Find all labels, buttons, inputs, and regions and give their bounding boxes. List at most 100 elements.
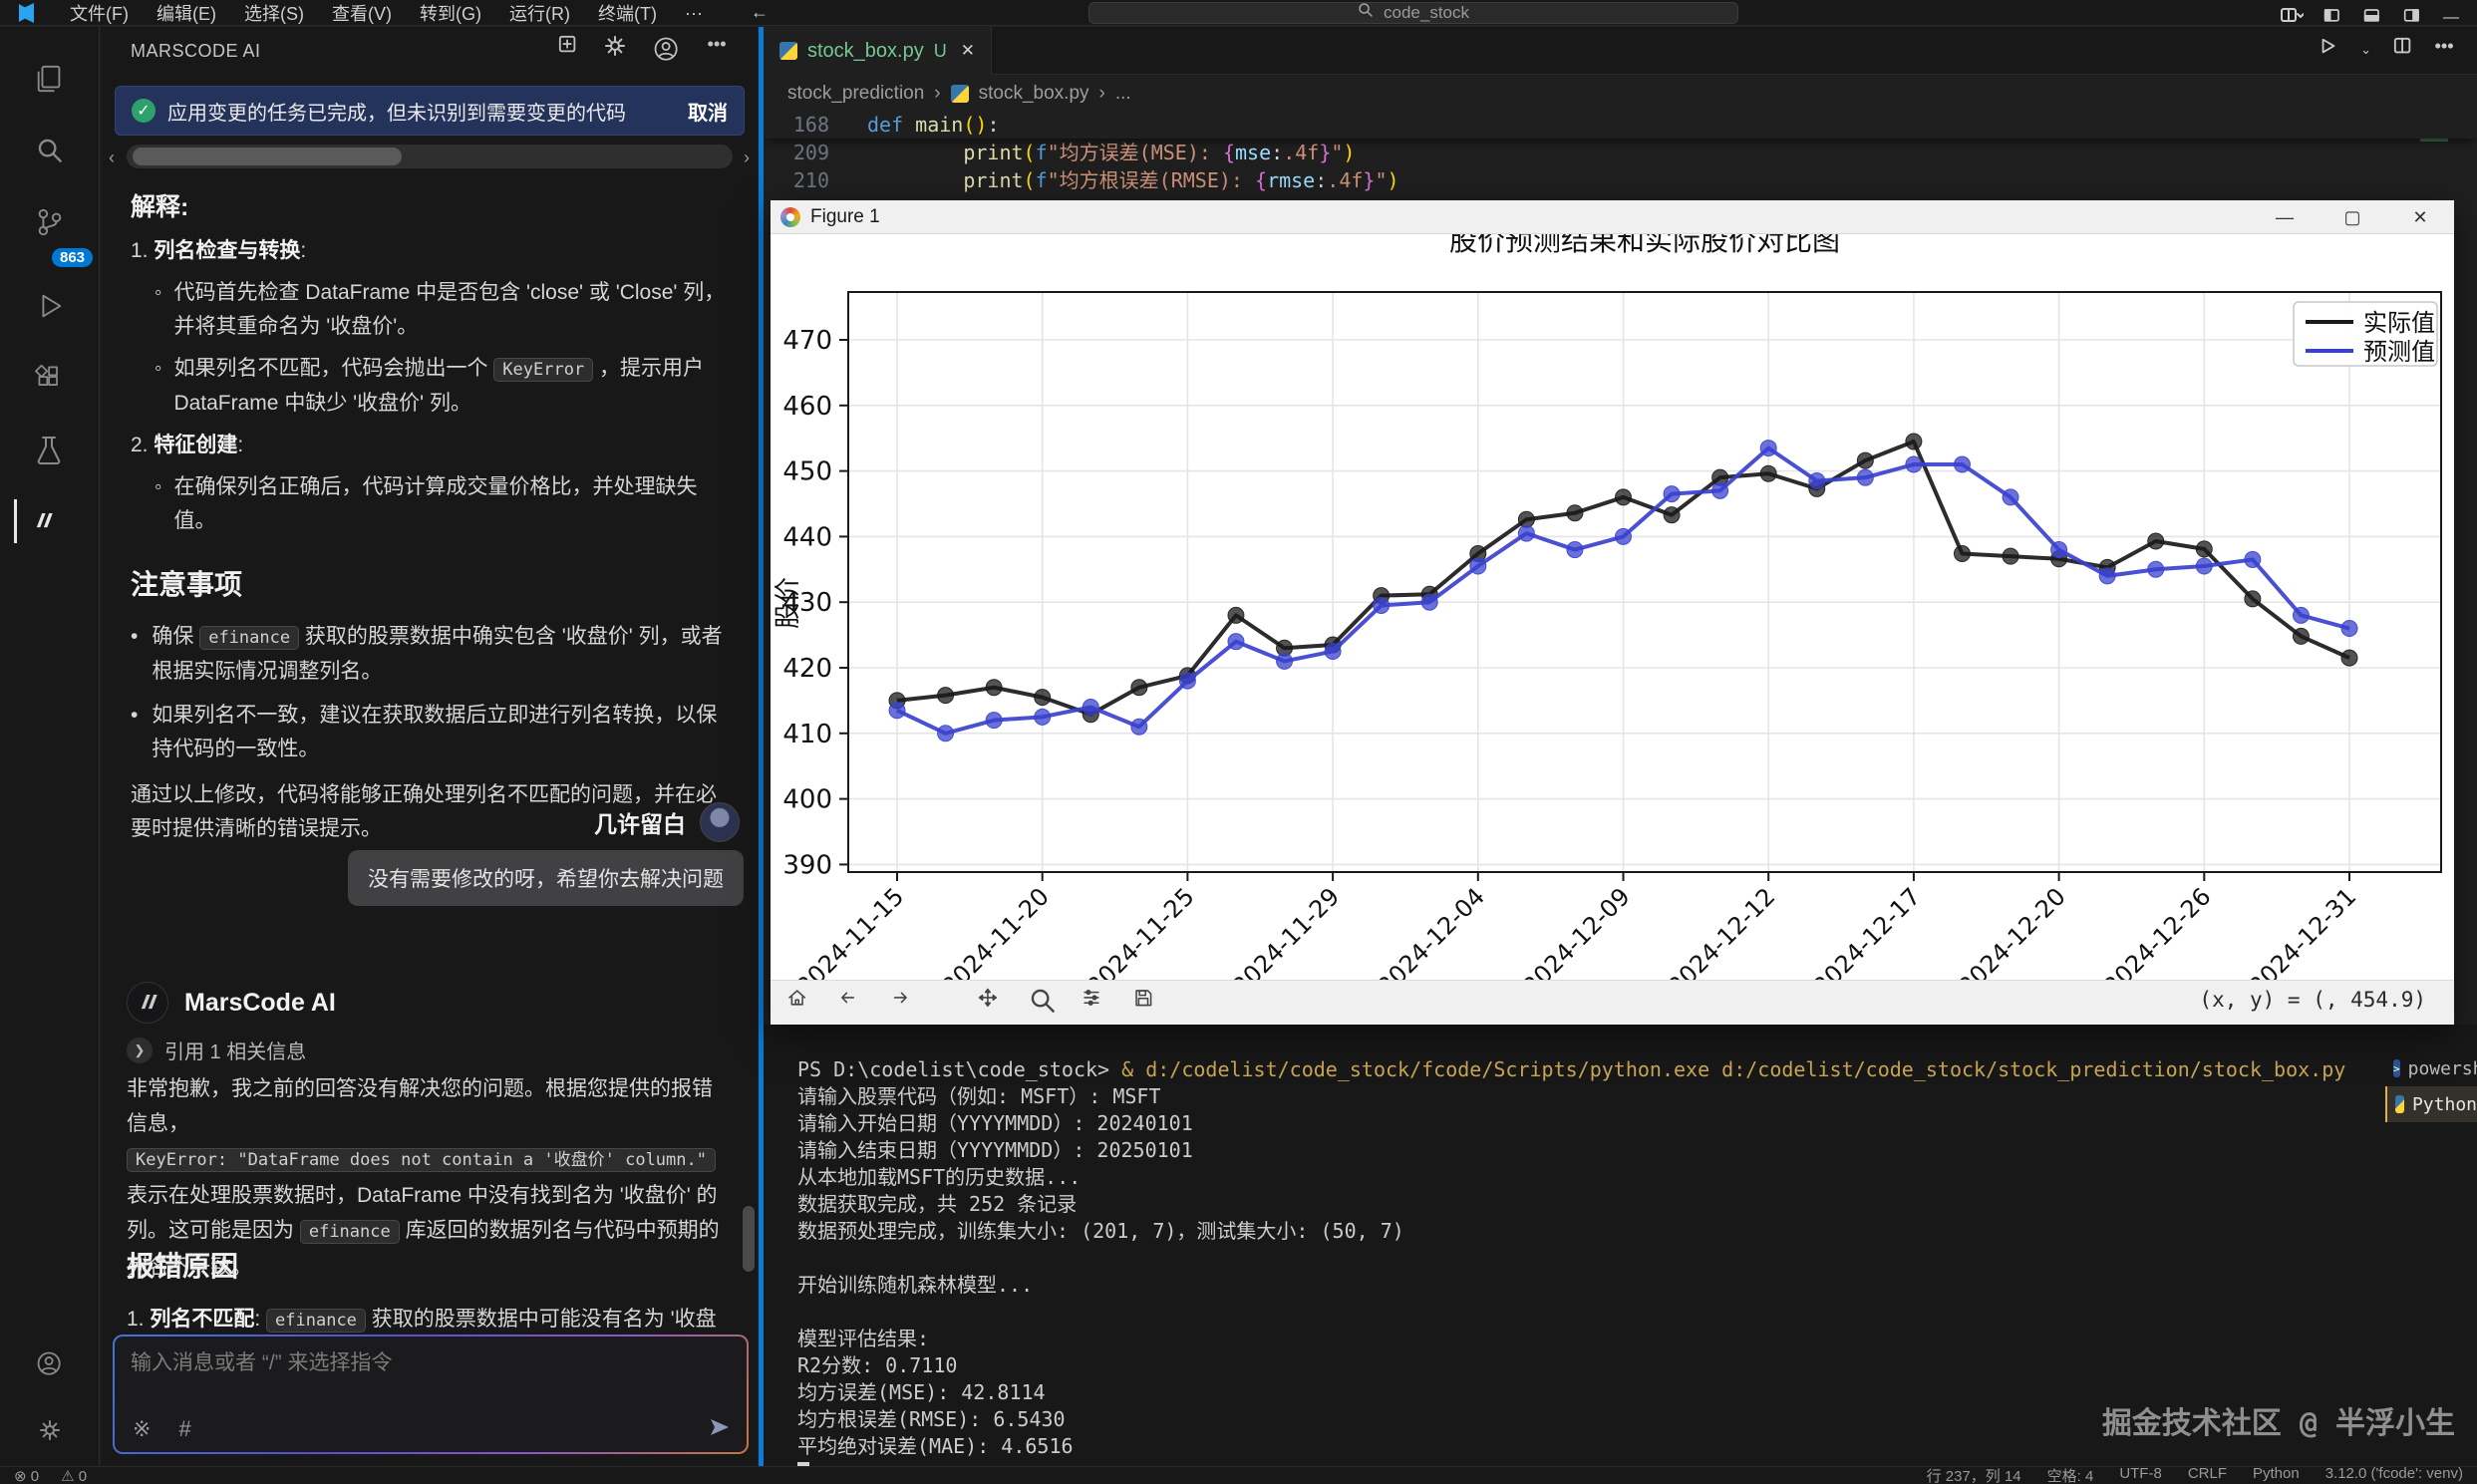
minimize-window-icon[interactable]: — [2443,9,2459,27]
menu-bar: 文件(F)编辑(E)选择(S)查看(V)转到(G)运行(R)终端(T)··· [58,0,715,26]
breadcrumb[interactable]: stock_prediction › stock_box.py › ... [787,83,1131,105]
chevron-right-icon: ❯ [127,1038,153,1063]
code-line[interactable]: 210 print(f"均方根误差(RMSE): {rmse:.4f}") [764,166,2477,194]
menu-item[interactable]: 查看(V) [320,0,404,26]
testing-icon[interactable] [28,428,72,471]
breadcrumb-folder[interactable]: stock_prediction [787,83,924,105]
status-item[interactable]: 3.12.0 ('fcode': venv) [2325,1466,2463,1484]
marscode-ai-icon[interactable] [14,499,58,543]
explorer-icon[interactable] [28,57,72,101]
svg-text:2024-12-12: 2024-12-12 [1663,882,1780,980]
cancel-button[interactable]: 取消 [688,97,728,126]
menu-item[interactable]: 选择(S) [232,0,316,26]
code-line[interactable]: 209 print(f"均方误差(MSE): {mse:.4f}") [764,139,2477,166]
status-item[interactable]: 行 237，列 14 [1927,1466,2021,1484]
command-icon[interactable]: ※ [133,1416,151,1442]
panel-more-icon[interactable] [708,35,728,70]
section-heading: 解释: [131,190,729,224]
menu-item[interactable]: 转到(G) [408,0,493,26]
inline-code-chip: efinance [266,1309,366,1333]
status-item[interactable]: ⚠ 0 [61,1467,87,1484]
svg-text:2024-12-17: 2024-12-17 [1808,882,1926,980]
figure-window-controls: — ▢ ✕ [2251,200,2454,234]
status-item[interactable]: ⊗ 0 [14,1467,39,1484]
subplots-icon[interactable] [1082,988,1107,1019]
check-icon: ✓ [132,99,155,123]
user-message-bubble: 没有需要修改的呀，希望你去解决问题 [348,850,744,906]
svg-text:420: 420 [782,654,832,684]
send-icon[interactable] [709,1417,731,1444]
panel-gear-icon[interactable] [604,35,626,70]
menu-item[interactable]: ··· [673,3,715,24]
terminal-tab-python[interactable]: Python [2385,1086,2477,1122]
figure-title-bar[interactable]: Figure 1 [771,200,2454,234]
context-hash-icon[interactable]: # [178,1416,190,1442]
svg-text:实际值: 实际值 [2363,309,2435,337]
search-sidebar-icon[interactable] [28,129,72,172]
tab-close-icon[interactable]: ✕ [961,41,975,61]
settings-gear-icon[interactable] [28,1408,72,1452]
zoom-icon[interactable] [1030,988,1056,1019]
editor-more-icon[interactable] [2435,37,2455,62]
section-heading: 注意事项 [131,568,729,602]
menu-item[interactable]: 终端(T) [586,0,669,26]
status-item[interactable]: Python [2253,1466,2300,1484]
save-icon[interactable] [1133,988,1159,1019]
home-icon[interactable] [786,988,812,1019]
scroll-left-icon[interactable]: ‹ [109,148,115,168]
pan-icon[interactable] [978,988,1004,1019]
status-item[interactable]: 空格: 4 [2047,1466,2094,1484]
tab-bar: stock_box.py U ✕ ⌄ [764,27,2477,75]
terminal-line: 数据获取完成，共 252 条记录 [797,1191,2345,1218]
reference-row[interactable]: ❯ 引用 1 相关信息 [127,1036,306,1064]
reference-label: 引用 1 相关信息 [164,1036,306,1064]
assistant-name: MarsCode AI [184,989,336,1018]
account-icon[interactable] [28,1342,72,1386]
extensions-icon[interactable] [28,356,72,400]
profile-icon[interactable] [652,35,682,70]
run-dropdown-icon[interactable]: ⌄ [2360,42,2371,58]
horizontal-scrollbar[interactable] [127,145,733,168]
terminal-line: 请输入开始日期（YYYYMMDD）: 20240101 [797,1110,2345,1137]
error-heading: 报错原因 [127,1245,238,1285]
assistant-header: MarsCode AI [127,982,336,1024]
figure-close-button[interactable]: ✕ [2386,200,2454,234]
menu-item[interactable]: 编辑(E) [145,0,228,26]
breadcrumb-sep-icon: › [1099,83,1105,105]
split-editor-icon[interactable] [2393,37,2413,62]
figure-canvas[interactable]: 3904004104204304404504604702024-11-15202… [771,234,2454,980]
forward-icon[interactable] [890,988,916,1019]
back-icon[interactable] [838,988,864,1019]
run-debug-icon[interactable] [28,284,72,328]
svg-text:2024-11-15: 2024-11-15 [791,882,909,980]
tab-stock-box[interactable]: stock_box.py U ✕ [764,27,992,75]
new-chat-icon[interactable] [558,35,578,70]
svg-text:460: 460 [782,392,832,422]
inline-code-chip: KeyError: "DataFrame does not contain a … [127,1148,716,1172]
title-bar: 文件(F)编辑(E)选择(S)查看(V)转到(G)运行(R)终端(T)··· ←… [0,0,2477,26]
nav-back-icon[interactable]: ← [751,2,769,23]
breadcrumb-more[interactable]: ... [1115,83,1131,105]
scroll-right-icon[interactable]: › [744,148,750,168]
source-control-icon[interactable] [28,200,72,244]
menu-item[interactable]: 文件(F) [58,0,141,26]
figure-maximize-button[interactable]: ▢ [2319,200,2386,234]
command-center-search[interactable]: code_stock [1088,2,1738,24]
code-area[interactable]: 168def main():209 print(f"均方误差(MSE): {ms… [764,111,2477,194]
run-python-icon[interactable] [2319,37,2338,62]
figure-window[interactable]: Figure 1 — ▢ ✕ 3904004104204304404504604… [771,200,2454,1025]
status-item[interactable]: CRLF [2188,1466,2227,1484]
breadcrumb-file[interactable]: stock_box.py [979,83,1089,105]
terminal-panel[interactable]: PS D:\codelist\code_stock> & d:/codelist… [764,1025,2477,1466]
status-item[interactable]: UTF-8 [2119,1466,2162,1484]
figure-minimize-button[interactable]: — [2251,200,2319,234]
numbered-item: 1. 列名检查与转换: [131,234,729,268]
terminal-line: 模型评估结果: [797,1326,2345,1352]
powershell-icon: > [2393,1059,2400,1077]
terminal-tab-powersh[interactable]: >powersh [2385,1050,2477,1086]
status-bar[interactable]: ⊗ 0 ⚠ 0 行 237，列 14 空格: 4 UTF-8 CRLF Python 3.1… [0,1466,2477,1484]
menu-item[interactable]: 运行(R) [497,0,582,26]
sidebar-scrollbar[interactable] [743,1206,755,1272]
code-line[interactable]: 168def main(): [764,111,2477,139]
chat-input[interactable] [131,1346,719,1402]
